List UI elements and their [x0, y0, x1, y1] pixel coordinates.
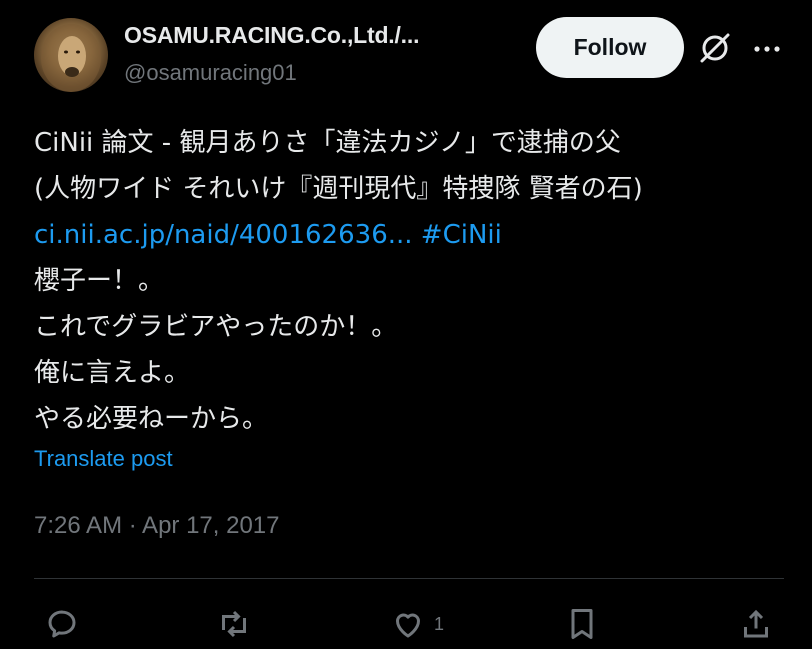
repost-button[interactable] [216, 604, 252, 644]
tweet-line: CiNii 論文 - 観月ありさ「違法カジノ」で逮捕の父 [34, 128, 621, 158]
share-button[interactable] [738, 604, 774, 644]
tweet-line: これでグラビアやったのか！。 [34, 312, 398, 342]
bookmark-icon [571, 609, 593, 639]
reply-icon [48, 610, 76, 638]
like-button[interactable]: 1 [390, 604, 444, 644]
timestamp[interactable]: 7:26 AM · Apr 17, 2017 [34, 512, 280, 540]
author-display-name[interactable]: OSAMU.RACING.Co.,Ltd./... [124, 22, 419, 49]
translate-post-link[interactable]: Translate post [34, 446, 173, 472]
avatar[interactable] [34, 18, 108, 92]
more-icon[interactable] [752, 34, 782, 64]
tweet-link-line: ci.nii.ac.jp/naid/400162636... #CiNii [34, 212, 794, 258]
tweet-link[interactable]: ci.nii.ac.jp/naid/400162636... [34, 220, 413, 250]
tweet-line: (人物ワイド それいけ『週刊現代』特捜隊 賢者の石) [34, 174, 643, 204]
grok-icon[interactable] [698, 31, 732, 65]
reply-button[interactable] [44, 604, 80, 644]
like-count: 1 [434, 613, 445, 634]
author-handle[interactable]: @osamuracing01 [124, 60, 297, 86]
divider [34, 578, 784, 579]
tweet-line: やる必要ねーから。 [34, 404, 269, 434]
bookmark-button[interactable] [564, 604, 600, 644]
tweet-hashtag[interactable]: #CiNii [421, 220, 502, 250]
like-icon [396, 613, 420, 638]
tweet-line: 俺に言えよ。 [34, 358, 191, 388]
share-icon [744, 609, 768, 638]
repost-icon [222, 610, 246, 638]
tweet-line: 櫻子ー！。 [34, 266, 165, 296]
follow-button[interactable]: Follow [536, 17, 684, 78]
tweet-text: CiNii 論文 - 観月ありさ「違法カジノ」で逮捕の父 (人物ワイド それいけ… [34, 120, 794, 442]
